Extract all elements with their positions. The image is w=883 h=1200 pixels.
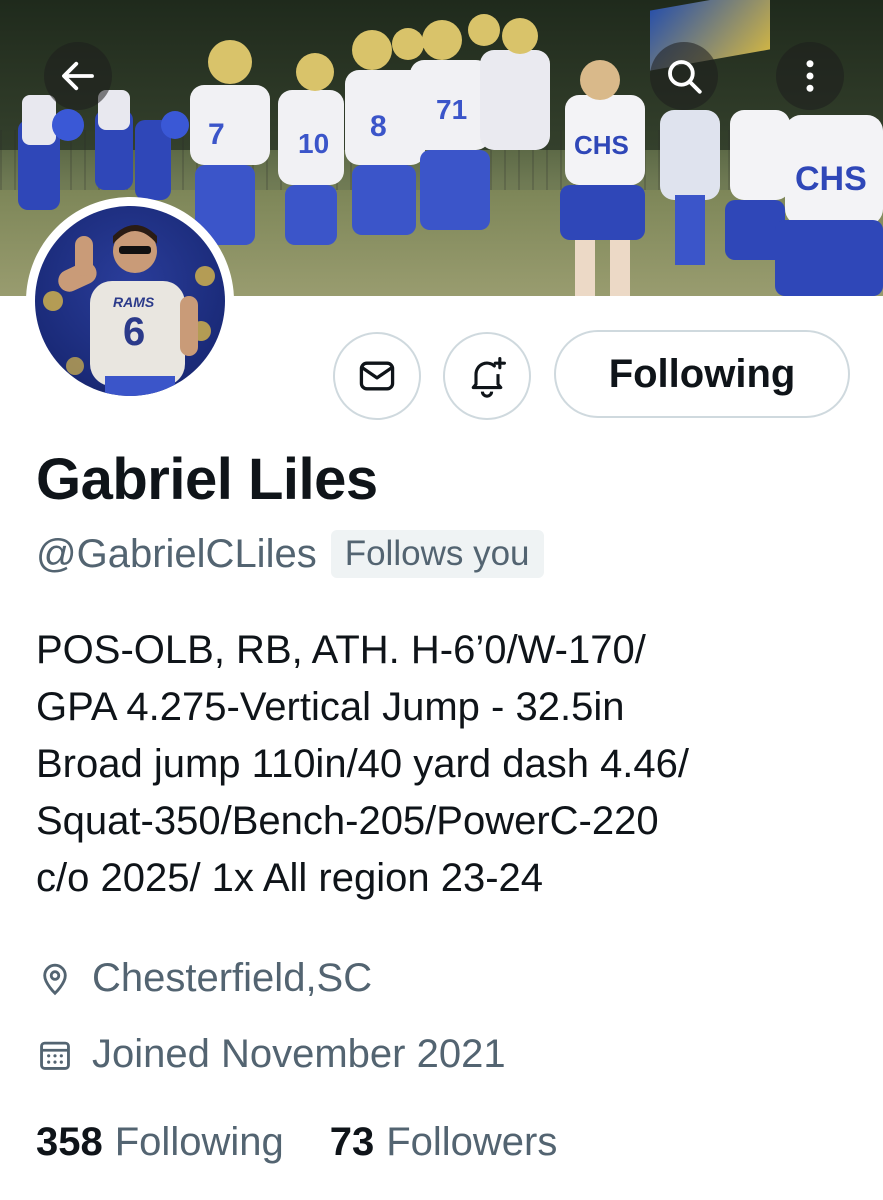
banner-jersey-number: 71 <box>436 94 468 125</box>
banner-cheer-text: CHS <box>574 130 629 160</box>
location-text: Chesterfield,SC <box>92 956 373 1000</box>
follow-stats: 358 Following 73 Followers <box>36 1120 603 1165</box>
handle-row: @GabrielCLiles Follows you <box>36 530 544 578</box>
bio-line: c/o 2025/ 1x All region 23-24 <box>36 856 544 900</box>
joined-text: Joined November 2021 <box>92 1032 506 1076</box>
following-stat-link[interactable]: 358 Following <box>36 1120 284 1165</box>
following-label: Following <box>114 1120 284 1164</box>
profile-bio: POS-OLB, RB, ATH. H-6’0/W-170/ GPA 4.275… <box>36 622 856 907</box>
bio-line: Squat-350/Bench-205/PowerC-220 <box>36 799 659 843</box>
banner-cheer-text: CHS <box>795 160 867 198</box>
followers-stat-link[interactable]: 73 Followers <box>330 1120 558 1165</box>
search-button[interactable] <box>650 42 718 110</box>
profile-page: 7 10 8 71 CHS CHS RAMS 6 Following Gabri… <box>0 0 883 1200</box>
calendar-icon <box>40 1041 70 1070</box>
arrow-left-icon <box>62 61 94 91</box>
banner-jersey-number: 7 <box>208 118 225 151</box>
following-button[interactable]: Following <box>554 330 850 418</box>
following-count: 358 <box>36 1120 103 1164</box>
profile-avatar[interactable]: RAMS 6 <box>26 197 234 405</box>
avatar-jersey-text: RAMS <box>113 294 155 310</box>
avatar-jersey-number: 6 <box>123 310 146 354</box>
bio-line: GPA 4.275-Vertical Jump - 32.5in <box>36 685 625 729</box>
bio-line: POS-OLB, RB, ATH. H-6’0/W-170/ <box>36 628 646 672</box>
envelope-icon <box>359 361 395 391</box>
joined-row: Joined November 2021 <box>36 1032 506 1077</box>
more-vertical-icon <box>806 60 814 92</box>
avatar-photo: RAMS 6 <box>35 206 225 396</box>
bio-line: Broad jump 110in/40 yard dash 4.46/ <box>36 742 690 786</box>
search-icon <box>668 60 702 94</box>
profile-handle: @GabrielCLiles <box>36 531 317 576</box>
message-button[interactable] <box>333 332 421 420</box>
follows-you-badge: Follows you <box>330 530 544 578</box>
bell-plus-icon <box>471 357 506 398</box>
followers-label: Followers <box>386 1120 558 1164</box>
banner-jersey-number: 8 <box>370 110 387 143</box>
more-options-button[interactable] <box>776 42 844 110</box>
back-button[interactable] <box>44 42 112 110</box>
location-pin-icon <box>43 963 67 995</box>
location-row: Chesterfield,SC <box>36 956 372 1001</box>
profile-name: Gabriel Liles <box>36 447 378 512</box>
notifications-button[interactable] <box>443 332 531 420</box>
banner-jersey-number: 10 <box>298 128 330 159</box>
followers-count: 73 <box>329 1120 375 1164</box>
